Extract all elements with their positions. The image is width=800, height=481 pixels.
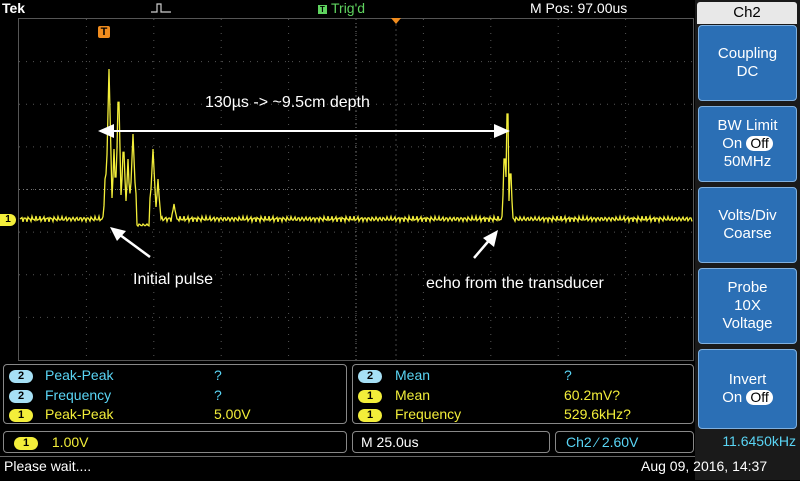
measurement-row: 2 bbox=[9, 366, 33, 384]
probe-label: Probe bbox=[727, 279, 768, 296]
measurement-row: 1 bbox=[9, 405, 33, 423]
measurement-value: ? bbox=[214, 367, 222, 383]
graticule-grid bbox=[19, 19, 693, 360]
measurement-row: 2 bbox=[9, 386, 33, 404]
trigger-position-marker bbox=[391, 18, 401, 24]
coupling-label: Coupling bbox=[717, 45, 778, 62]
trigger-level: 2.60V bbox=[601, 434, 639, 450]
measurement-value: ? bbox=[564, 367, 572, 383]
echo-annotation: echo from the transducer bbox=[426, 275, 604, 292]
measurement-name: Mean bbox=[395, 367, 431, 383]
trigger-point-marker: T bbox=[98, 26, 110, 38]
invert-off-option: Off bbox=[746, 390, 773, 405]
ch1-badge: 1 bbox=[358, 390, 382, 403]
invert-on-option: On bbox=[722, 389, 743, 406]
volts-div-value: Coarse bbox=[723, 225, 772, 242]
ch1-scale-value: 1.00V bbox=[51, 434, 89, 450]
ch2-badge: 2 bbox=[9, 390, 33, 403]
probe-button[interactable]: Probe 10X Voltage bbox=[698, 268, 797, 344]
measurement-row: 1 bbox=[358, 386, 382, 404]
menu-title: Ch2 bbox=[697, 2, 797, 24]
measurement-name: Mean bbox=[395, 387, 431, 403]
measurement-name: Frequency bbox=[395, 406, 462, 422]
measurement-name: Peak-Peak bbox=[45, 406, 114, 422]
timebase-readout[interactable]: M 25.0us bbox=[352, 431, 550, 453]
trigger-source: Ch2 bbox=[566, 434, 592, 450]
trigger-slope-icon: ⁄ bbox=[595, 434, 598, 450]
ch1-ground-marker[interactable]: 1 bbox=[0, 214, 16, 226]
coupling-value: DC bbox=[736, 63, 759, 80]
bw-limit-value: 50MHz bbox=[723, 153, 772, 170]
probe-type: Voltage bbox=[722, 315, 773, 332]
measurement-value: 60.2mV? bbox=[564, 387, 621, 403]
measurement-row: 1 bbox=[358, 405, 382, 423]
timebase-value: M 25.0us bbox=[361, 434, 419, 450]
status-bar bbox=[0, 456, 695, 481]
probe-attenuation: 10X bbox=[734, 297, 761, 314]
measurement-value: 529.6kHz? bbox=[564, 406, 631, 422]
ch1-badge: 1 bbox=[358, 409, 382, 422]
bw-off-option: Off bbox=[746, 136, 773, 151]
trigger-frequency: 11.6450kHz bbox=[722, 433, 796, 449]
ch2-badge: 2 bbox=[358, 370, 382, 383]
measurement-name: Peak-Peak bbox=[45, 367, 114, 383]
measurement-value: 5.00V bbox=[214, 406, 251, 422]
invert-button[interactable]: Invert On Off bbox=[698, 349, 797, 429]
measurement-value: ? bbox=[214, 387, 222, 403]
depth-annotation: 130µs -> ~9.5cm depth bbox=[205, 94, 370, 111]
ch1-badge: 1 bbox=[9, 409, 33, 422]
bw-limit-button[interactable]: BW Limit On Off 50MHz bbox=[698, 106, 797, 182]
invert-label: Invert bbox=[728, 371, 767, 388]
ch1-badge: 1 bbox=[14, 437, 38, 450]
status-message: Please wait.... bbox=[4, 458, 92, 474]
bw-on-option: On bbox=[722, 135, 743, 152]
initial-pulse-annotation: Initial pulse bbox=[133, 271, 214, 288]
bw-limit-label: BW Limit bbox=[717, 117, 778, 134]
trigger-readout[interactable]: Ch2 ⁄ 2.60V bbox=[555, 431, 694, 453]
coupling-button[interactable]: Coupling DC bbox=[698, 25, 797, 101]
volts-div-button[interactable]: Volts/Div Coarse bbox=[698, 187, 797, 263]
date-time: Aug 09, 2016, 14:37 bbox=[641, 458, 768, 474]
ch1-scale-readout[interactable]: 1 1.00V bbox=[3, 431, 347, 453]
waveform-overlay bbox=[19, 18, 693, 360]
measurement-row: 2 bbox=[358, 366, 382, 384]
ch2-badge: 2 bbox=[9, 370, 33, 383]
measurement-name: Frequency bbox=[45, 387, 112, 403]
volts-div-label: Volts/Div bbox=[718, 207, 777, 224]
